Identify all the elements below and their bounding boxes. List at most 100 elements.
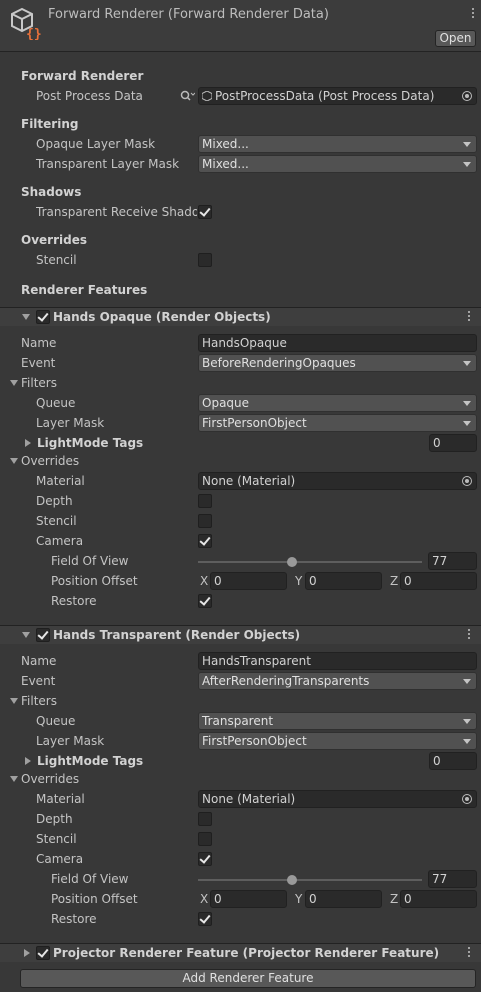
- foldout-down-icon[interactable]: [22, 314, 30, 320]
- material-field[interactable]: None (Material): [198, 790, 477, 808]
- field-of-view-slider-track[interactable]: [198, 879, 422, 881]
- transparent-layer-mask-dropdown[interactable]: Mixed...: [198, 155, 477, 173]
- camera-label: Camera: [36, 852, 84, 866]
- foldout-down-icon[interactable]: [10, 776, 18, 782]
- chevron-down-icon: [463, 142, 471, 147]
- camera-label: Camera: [36, 534, 84, 548]
- camera-checkbox[interactable]: [198, 534, 212, 548]
- inspector-header: {} Forward Renderer (Forward Renderer Da…: [0, 0, 481, 52]
- event-label: Event: [21, 356, 56, 370]
- kebab-menu-icon[interactable]: [470, 6, 476, 22]
- renderer-features-title: Renderer Features: [21, 283, 148, 297]
- field-of-view-slider-thumb[interactable]: [287, 875, 297, 885]
- post-process-data-field[interactable]: PostProcessData (Post Process Data): [198, 87, 477, 105]
- position-offset-x-input[interactable]: 0: [210, 890, 287, 908]
- opaque-layer-mask-dropdown[interactable]: Mixed...: [198, 135, 477, 153]
- event-label: Event: [21, 674, 56, 688]
- restore-label: Restore: [51, 912, 97, 926]
- stencil-checkbox[interactable]: [198, 832, 212, 846]
- filters-label: Filters: [21, 376, 57, 390]
- y-axis-label: Y: [295, 892, 303, 906]
- position-offset-y-input[interactable]: 0: [305, 572, 382, 590]
- position-offset-z-input[interactable]: 0: [400, 572, 477, 590]
- restore-checkbox[interactable]: [198, 912, 212, 926]
- transparent-receive-shadows-checkbox[interactable]: [198, 205, 212, 219]
- queue-label: Queue: [36, 714, 76, 728]
- foldout-down-icon[interactable]: [10, 458, 18, 464]
- x-axis-label: X: [200, 892, 209, 906]
- chevron-down-icon: [463, 679, 471, 684]
- chevron-down-icon: [463, 162, 471, 167]
- foldout-down-icon[interactable]: [10, 698, 18, 704]
- restore-checkbox[interactable]: [198, 594, 212, 608]
- feature-header[interactable]: Hands Transparent (Render Objects): [0, 625, 481, 644]
- feature-header-projector[interactable]: Projector Renderer Feature (Projector Re…: [0, 943, 481, 962]
- queue-label: Queue: [36, 396, 76, 410]
- foldout-down-icon[interactable]: [10, 380, 18, 386]
- event-dropdown[interactable]: AfterRenderingTransparents: [198, 672, 477, 690]
- add-renderer-feature-button[interactable]: Add Renderer Feature: [20, 969, 476, 988]
- field-of-view-label: Field Of View: [51, 872, 129, 886]
- material-field[interactable]: None (Material): [198, 472, 477, 490]
- layer-mask-label: Layer Mask: [36, 416, 105, 430]
- search-icon[interactable]: [179, 89, 196, 103]
- section-overrides: Overrides: [21, 233, 87, 247]
- section-forward-renderer: Forward Renderer: [21, 69, 144, 83]
- stencil-checkbox[interactable]: [198, 253, 212, 267]
- kebab-menu-icon[interactable]: [466, 627, 472, 643]
- feature-title: Hands Transparent (Render Objects): [53, 628, 301, 642]
- open-button[interactable]: Open: [435, 30, 476, 47]
- queue-dropdown[interactable]: Opaque: [198, 394, 477, 412]
- kebab-menu-icon[interactable]: [466, 309, 472, 325]
- field-of-view-slider-thumb[interactable]: [287, 557, 297, 567]
- stencil-label: Stencil: [36, 514, 77, 528]
- object-picker-icon[interactable]: [462, 91, 472, 101]
- position-offset-label: Position Offset: [51, 892, 138, 906]
- position-offset-x-input[interactable]: 0: [210, 572, 287, 590]
- event-dropdown[interactable]: BeforeRenderingOpaques: [198, 354, 477, 372]
- lightmode-tags-label: LightMode Tags: [37, 436, 144, 450]
- lightmode-tags-count[interactable]: 0: [429, 434, 477, 452]
- feature-enabled-checkbox[interactable]: [36, 310, 50, 324]
- overrides-label: Overrides: [21, 772, 80, 786]
- feature-enabled-checkbox[interactable]: [36, 628, 50, 642]
- name-input[interactable]: HandsOpaque: [198, 334, 477, 352]
- lightmode-tags-count[interactable]: 0: [429, 752, 477, 770]
- foldout-right-icon[interactable]: [25, 439, 31, 447]
- field-of-view-slider-track[interactable]: [198, 561, 422, 563]
- transparent-layer-mask-label: Transparent Layer Mask: [36, 157, 180, 171]
- depth-checkbox[interactable]: [198, 812, 212, 826]
- chevron-down-icon: [463, 739, 471, 744]
- feature-header[interactable]: Hands Opaque (Render Objects): [0, 307, 481, 326]
- foldout-right-icon[interactable]: [24, 949, 30, 957]
- foldout-down-icon[interactable]: [22, 632, 30, 638]
- scriptable-object-icon: {}: [11, 7, 42, 40]
- depth-label: Depth: [36, 812, 73, 826]
- feature-title: Hands Opaque (Render Objects): [53, 310, 271, 324]
- post-process-data-label: Post Process Data: [36, 89, 143, 103]
- name-input[interactable]: HandsTransparent: [198, 652, 477, 670]
- kebab-menu-icon[interactable]: [466, 945, 472, 961]
- field-of-view-input[interactable]: 77: [428, 552, 477, 570]
- restore-label: Restore: [51, 594, 97, 608]
- feature-enabled-checkbox[interactable]: [36, 946, 50, 960]
- layer-mask-dropdown[interactable]: FirstPersonObject: [198, 732, 477, 750]
- field-of-view-input[interactable]: 77: [428, 870, 477, 888]
- stencil-checkbox[interactable]: [198, 514, 212, 528]
- layer-mask-dropdown[interactable]: FirstPersonObject: [198, 414, 477, 432]
- position-offset-z-input[interactable]: 0: [400, 890, 477, 908]
- object-picker-icon[interactable]: [462, 476, 472, 486]
- position-offset-label: Position Offset: [51, 574, 138, 588]
- camera-checkbox[interactable]: [198, 852, 212, 866]
- depth-checkbox[interactable]: [198, 494, 212, 508]
- queue-dropdown[interactable]: Transparent: [198, 712, 477, 730]
- post-process-data-value: PostProcessData (Post Process Data): [215, 89, 435, 103]
- object-picker-icon[interactable]: [462, 794, 472, 804]
- foldout-right-icon[interactable]: [25, 757, 31, 765]
- field-of-view-label: Field Of View: [51, 554, 129, 568]
- chevron-down-icon: [463, 361, 471, 366]
- feature-title: Projector Renderer Feature (Projector Re…: [53, 946, 440, 960]
- section-shadows: Shadows: [21, 185, 82, 199]
- position-offset-y-input[interactable]: 0: [305, 890, 382, 908]
- z-axis-label: Z: [390, 892, 399, 906]
